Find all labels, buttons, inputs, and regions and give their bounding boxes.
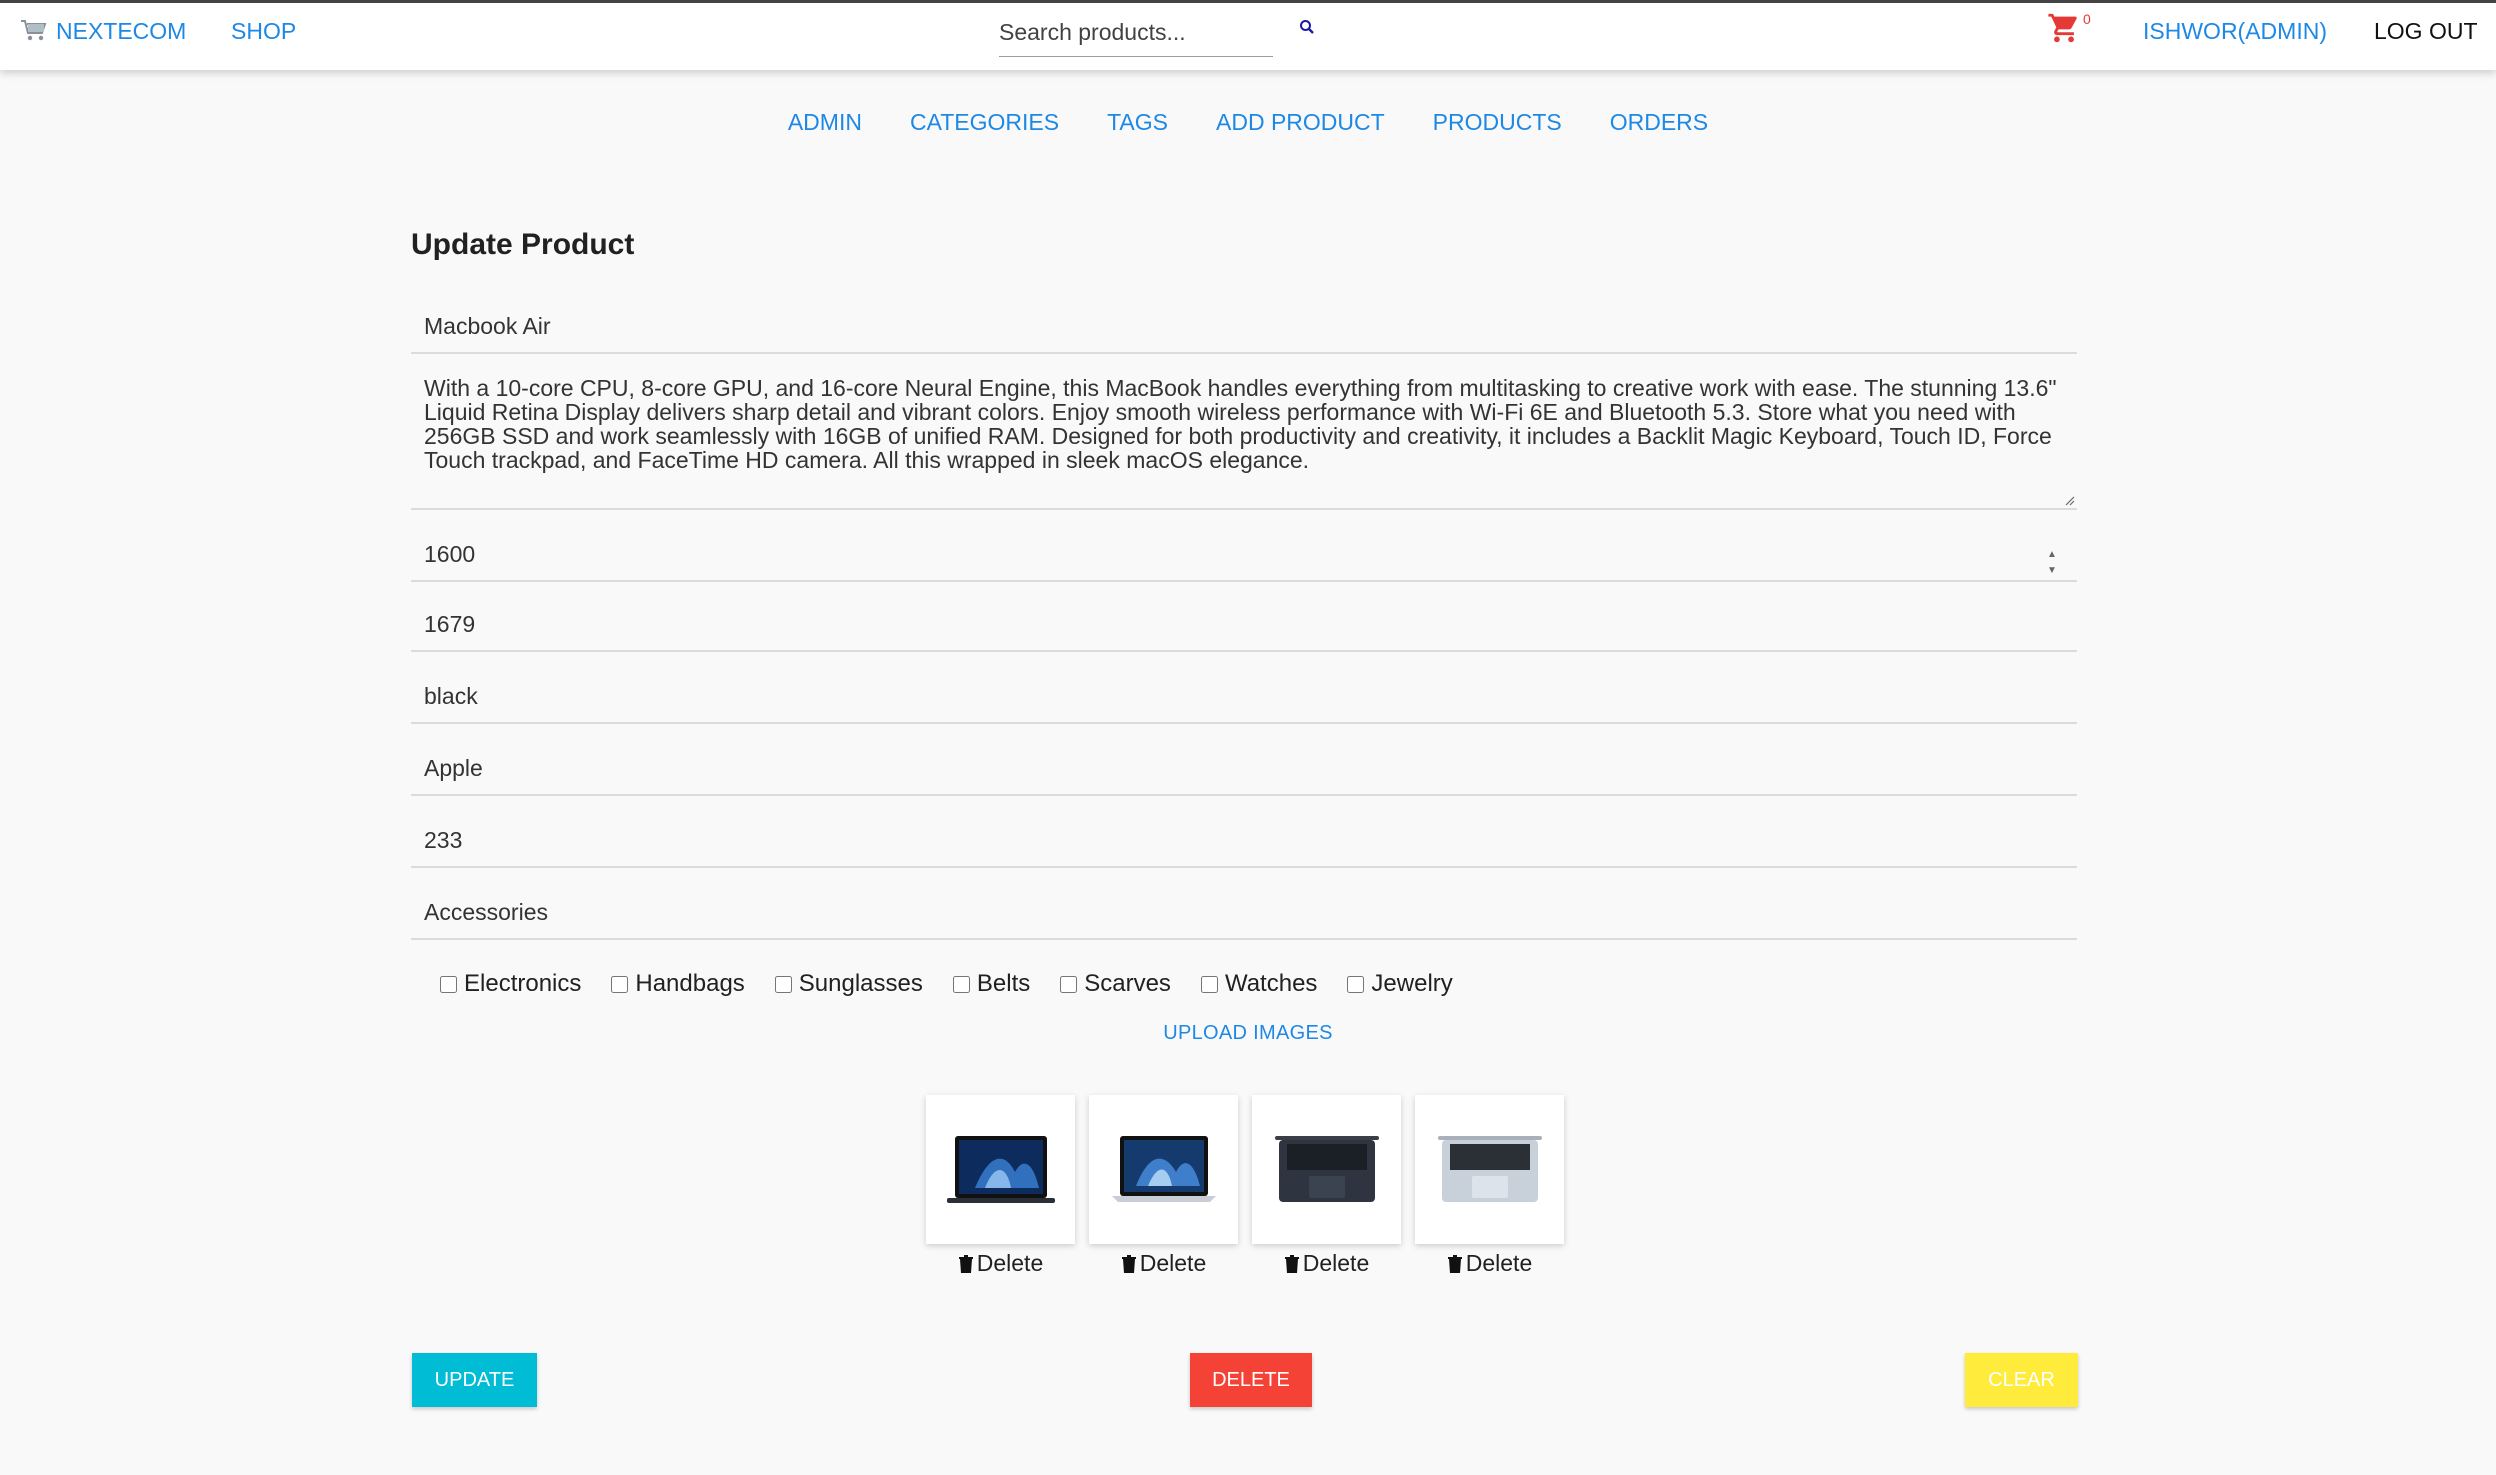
search-button[interactable]	[1295, 15, 1319, 39]
image-thumbnail: Delete	[926, 1095, 1075, 1277]
image-thumbnail: Delete	[1415, 1095, 1564, 1277]
tag-electronics[interactable]: Electronics	[440, 970, 581, 998]
trash-icon	[958, 1254, 973, 1273]
laptop-image	[1089, 1095, 1238, 1244]
laptop-keyboard-silver-image	[1437, 1135, 1542, 1202]
tag-jewelry[interactable]: Jewelry	[1347, 970, 1453, 998]
admin-nav-tags[interactable]: TAGS	[1083, 102, 1192, 142]
delete-label: Delete	[976, 1250, 1044, 1276]
upload-images-button[interactable]: UPLOAD IMAGES	[0, 1022, 2496, 1045]
update-button[interactable]: UPDATE	[412, 1353, 537, 1407]
product-price-input[interactable]	[411, 528, 2077, 580]
delete-image-button[interactable]: Delete	[1121, 1250, 1206, 1277]
tag-checkbox[interactable]	[1347, 975, 1365, 993]
search-field[interactable]	[999, 9, 1273, 57]
product-brand-input[interactable]	[411, 742, 2077, 794]
laptop-keyboard-dark-image	[1274, 1135, 1379, 1202]
admin-nav: ADMIN CATEGORIES TAGS ADD PRODUCT PRODUC…	[0, 102, 2496, 142]
product-category-field[interactable]	[411, 886, 2077, 940]
product-brand-field[interactable]	[411, 742, 2077, 796]
product-stock-input[interactable]	[411, 598, 2077, 650]
admin-nav-categories[interactable]: CATEGORIES	[886, 102, 1083, 142]
tag-label: Scarves	[1084, 970, 1171, 997]
tag-label: Sunglasses	[798, 970, 923, 997]
delete-button[interactable]: DELETE	[1190, 1353, 1312, 1407]
product-description-textarea[interactable]	[411, 364, 2077, 508]
product-color-input[interactable]	[411, 670, 2077, 722]
page-title: Update Product	[411, 228, 635, 261]
trash-icon	[1447, 1254, 1462, 1273]
tag-label: Electronics	[464, 970, 582, 997]
tag-label: Watches	[1224, 970, 1318, 997]
laptop-image	[1415, 1095, 1564, 1244]
clear-button[interactable]: CLEAR	[1965, 1353, 2078, 1407]
tag-label: Jewelry	[1371, 970, 1453, 997]
admin-nav-add-product[interactable]: ADD PRODUCT	[1192, 102, 1409, 142]
tag-checkbox[interactable]	[952, 975, 970, 993]
brand-link[interactable]: NEXTECOM	[20, 11, 186, 51]
admin-nav-orders[interactable]: ORDERS	[1586, 102, 1732, 142]
tag-checkbox[interactable]	[611, 975, 629, 993]
product-color-field[interactable]	[411, 670, 2077, 724]
product-price-field[interactable]: ▲ ▼	[411, 528, 2077, 582]
product-name-field[interactable]	[411, 300, 2077, 354]
tag-checkbox[interactable]	[774, 975, 792, 993]
laptop-image	[926, 1095, 1075, 1244]
shop-link[interactable]: SHOP	[231, 11, 296, 51]
top-navbar: NEXTECOM SHOP 0 ISHWOR(ADMIN) LOG OUT	[0, 0, 2496, 70]
laptop-image	[1252, 1095, 1401, 1244]
image-thumbnail: Delete	[1252, 1095, 1401, 1277]
delete-image-button[interactable]: Delete	[958, 1250, 1043, 1277]
stepper-down-icon[interactable]: ▼	[2047, 566, 2057, 576]
delete-image-button[interactable]: Delete	[1447, 1250, 1532, 1277]
tag-checkbox[interactable]	[1060, 975, 1078, 993]
brand-label: NEXTECOM	[56, 17, 187, 44]
tag-checkbox[interactable]	[440, 975, 457, 993]
product-name-input[interactable]	[411, 300, 2077, 352]
product-shipping-input[interactable]	[411, 814, 2077, 866]
tag-label: Handbags	[635, 970, 745, 997]
tag-belts[interactable]: Belts	[952, 970, 1031, 998]
cart-button[interactable]	[2047, 11, 2087, 47]
image-thumbnail-list: Delete Delete Delete Delete	[926, 1095, 1564, 1277]
user-account-link[interactable]: ISHWOR(ADMIN)	[2143, 11, 2327, 51]
tag-watches[interactable]: Watches	[1200, 970, 1318, 998]
delete-label: Delete	[1302, 1250, 1370, 1276]
product-description-field[interactable]	[411, 364, 2077, 510]
cart-icon	[2048, 13, 2077, 43]
number-stepper[interactable]: ▲ ▼	[2045, 550, 2059, 576]
admin-nav-products[interactable]: PRODUCTS	[1409, 102, 1586, 142]
product-category-input[interactable]	[411, 886, 2077, 938]
admin-nav-admin[interactable]: ADMIN	[764, 102, 886, 142]
trash-icon	[1121, 1254, 1136, 1273]
delete-image-button[interactable]: Delete	[1284, 1250, 1369, 1277]
tag-handbags[interactable]: Handbags	[611, 970, 745, 998]
tag-checkbox-group: Electronics Handbags Sunglasses Belts Sc…	[440, 968, 1453, 1000]
tag-checkbox[interactable]	[1200, 975, 1218, 993]
product-shipping-field[interactable]	[411, 814, 2077, 868]
laptop-open-image	[946, 1135, 1055, 1203]
delete-label: Delete	[1465, 1250, 1533, 1276]
cart-count-badge: 0	[2083, 11, 2091, 27]
product-stock-field[interactable]	[411, 598, 2077, 652]
image-thumbnail: Delete	[1089, 1095, 1238, 1277]
search-icon	[1300, 20, 1314, 34]
laptop-open-angle-image	[1111, 1135, 1216, 1202]
shopping-cart-logo-icon	[21, 20, 47, 41]
stepper-up-icon[interactable]: ▲	[2047, 550, 2057, 560]
delete-label: Delete	[1139, 1250, 1207, 1276]
tag-label: Belts	[976, 970, 1031, 997]
logout-link[interactable]: LOG OUT	[2374, 11, 2478, 51]
search-input[interactable]	[999, 9, 1273, 56]
tag-sunglasses[interactable]: Sunglasses	[774, 970, 923, 998]
trash-icon	[1284, 1254, 1299, 1273]
tag-scarves[interactable]: Scarves	[1060, 970, 1171, 998]
resize-handle-icon[interactable]	[2063, 494, 2075, 506]
